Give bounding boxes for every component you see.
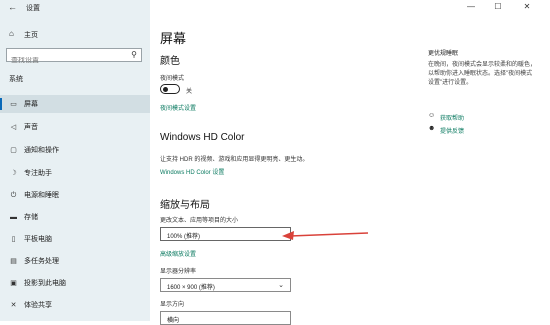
sidebar-item-multitasking[interactable]: ▤ 多任务处理: [0, 252, 150, 270]
get-help-link[interactable]: 获取帮助: [440, 113, 464, 122]
feedback-icon: ☻: [428, 125, 436, 132]
sidebar-item-projecting[interactable]: ▣ 投影到此电脑: [0, 274, 150, 292]
tablet-icon: ▯: [11, 235, 16, 243]
orientation-label: 显示方向: [160, 302, 185, 308]
color-heading: 颜色: [160, 56, 180, 67]
sidebar-item-label: 声音: [24, 124, 38, 131]
home-icon: ⌂: [9, 29, 14, 38]
hd-color-description: 让支持 HDR 的视频、游戏和应用显得更明亮、更生动。: [160, 157, 309, 163]
sidebar-item-shared-experiences[interactable]: ✕ 体验共享: [0, 296, 150, 314]
sidebar-item-label: 屏幕: [24, 101, 38, 108]
toggle-knob: [163, 86, 168, 92]
night-light-toggle[interactable]: [160, 84, 180, 94]
multitask-icon: ▤: [10, 257, 17, 265]
night-light-label: 夜间模式: [160, 76, 185, 82]
search-icon[interactable]: ⚲: [131, 50, 137, 59]
monitor-icon: ▭: [10, 100, 17, 108]
sidebar-item-label: 投影到此电脑: [24, 280, 66, 287]
feedback-link[interactable]: 提供反馈: [440, 126, 464, 135]
help-icon: ☺: [428, 112, 436, 119]
scale-layout-heading: 缩放与布局: [160, 200, 210, 211]
sidebar-item-power[interactable]: ⏻ 电源和睡眠: [0, 186, 150, 204]
title-bar: ← 设置 — ☐ ✕: [0, 0, 550, 16]
sidebar-item-label: 多任务处理: [24, 258, 59, 265]
sidebar-item-label: 平板电脑: [24, 236, 52, 243]
sidebar-home[interactable]: ⌂ 主页: [0, 27, 150, 41]
moon-icon: ☽: [10, 169, 17, 177]
annotation-arrow-icon: [282, 231, 369, 240]
share-icon: ✕: [10, 301, 17, 309]
night-light-settings-link[interactable]: 夜间模式设置: [160, 103, 196, 112]
speaker-icon: ◁: [10, 123, 17, 131]
hd-color-settings-link[interactable]: Windows HD Color 设置: [160, 167, 224, 176]
minimize-button[interactable]: —: [464, 2, 478, 12]
sidebar-section-label: 系统: [9, 76, 23, 83]
search-input[interactable]: [11, 57, 126, 64]
home-label: 主页: [24, 32, 38, 39]
app-title: 设置: [26, 5, 40, 12]
resolution-dropdown[interactable]: 1600 × 900 (推荐) ⌄: [160, 278, 291, 292]
advanced-scaling-link[interactable]: 高级缩放设置: [160, 249, 196, 258]
search-box[interactable]: ⚲: [6, 48, 142, 64]
sidebar-item-sound[interactable]: ◁ 声音: [0, 118, 150, 136]
sidebar-item-focus-assist[interactable]: ☽ 专注助手: [0, 164, 150, 182]
chevron-down-icon: ⌄: [278, 282, 284, 289]
power-icon: ⏻: [10, 191, 17, 199]
scale-label: 更改文本、应用等项目的大小: [160, 218, 239, 224]
sidebar-item-display[interactable]: ▭ 屏幕: [0, 95, 150, 113]
resolution-value: 1600 × 900 (推荐): [167, 285, 215, 291]
sidebar-item-label: 通知和操作: [24, 147, 59, 154]
sidebar-item-label: 存储: [24, 214, 38, 221]
page-title: 屏幕: [160, 31, 187, 46]
sidebar-item-storage[interactable]: ▬ 存储: [0, 208, 150, 226]
project-icon: ▣: [10, 279, 17, 287]
storage-icon: ▬: [10, 213, 17, 221]
back-arrow-icon[interactable]: ←: [8, 2, 17, 12]
close-button[interactable]: ✕: [520, 2, 534, 12]
orientation-value: 横向: [167, 318, 180, 324]
sidebar: ⌂ 主页 ⚲ 系统 ▭ 屏幕 ◁ 声音 ▢ 通知和操作 ☽ 专注助手 ⏻ 电源和…: [0, 0, 150, 321]
sidebar-item-tablet[interactable]: ▯ 平板电脑: [0, 230, 150, 248]
notification-icon: ▢: [10, 146, 17, 154]
sleep-tip-title: 更优规睡眠: [428, 51, 459, 57]
resolution-label: 显示器分辨率: [160, 269, 197, 275]
sidebar-item-notifications[interactable]: ▢ 通知和操作: [0, 141, 150, 159]
hd-color-heading: Windows HD Color: [160, 132, 245, 143]
maximize-button[interactable]: ☐: [491, 2, 505, 12]
sidebar-item-label: 电源和睡眠: [24, 192, 59, 199]
orientation-dropdown[interactable]: 横向: [160, 311, 291, 325]
sidebar-item-label: 专注助手: [24, 170, 52, 177]
scale-value: 100% (推荐): [167, 234, 201, 240]
night-light-state: 关: [186, 89, 193, 95]
scale-dropdown[interactable]: 100% (推荐): [160, 227, 291, 241]
sidebar-item-label: 体验共享: [24, 302, 52, 309]
sleep-tip-description: 在晚间，夜间模式会显示较柔和的暖色，以帮助你进入睡眠状态。选择"夜间模式设置"进…: [428, 62, 537, 86]
